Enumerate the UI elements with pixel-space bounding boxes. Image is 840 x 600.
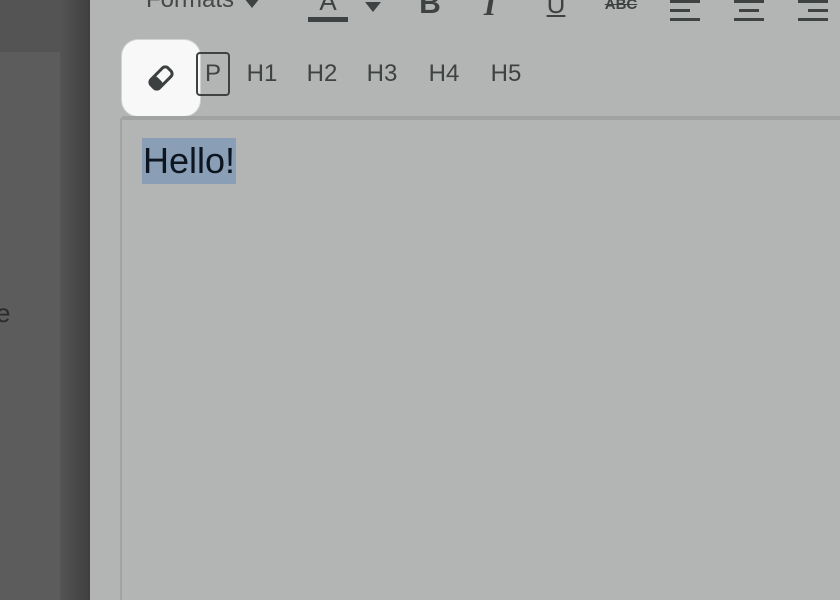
background-app: e [0, 0, 90, 600]
editor-content-area[interactable]: Hello! [122, 120, 840, 600]
italic-button[interactable]: I [478, 0, 502, 22]
underline-button[interactable]: U [544, 0, 568, 22]
font-color-button[interactable]: A [306, 0, 350, 22]
dialog-shadow [60, 0, 90, 600]
font-color-dropdown[interactable] [362, 0, 384, 22]
formats-dropdown[interactable]: Formats [146, 0, 261, 14]
heading-5-button[interactable]: H5 [486, 52, 526, 96]
caret-down-icon [244, 0, 261, 8]
caret-down-icon [365, 2, 381, 12]
heading-2-button[interactable]: H2 [302, 52, 342, 96]
paragraph-button[interactable]: P [196, 52, 230, 96]
heading-3-button[interactable]: H3 [362, 52, 402, 96]
bold-button[interactable]: B [416, 0, 444, 22]
selected-text[interactable]: Hello! [142, 138, 237, 184]
heading-1-button[interactable]: H1 [242, 52, 282, 96]
toolbar-row-block: P H1 H2 H3 H4 H5 [90, 40, 840, 116]
heading-4-button[interactable]: H4 [424, 52, 464, 96]
strikethrough-button[interactable]: ABC [604, 0, 638, 22]
align-right-icon[interactable] [798, 0, 828, 22]
align-center-icon[interactable] [734, 0, 764, 22]
formats-label: Formats [146, 0, 234, 14]
rich-text-editor: Formats A B I U ABC [90, 0, 840, 600]
font-color-swatch [308, 16, 348, 22]
font-color-letter: A [319, 0, 337, 16]
align-left-icon[interactable] [670, 0, 700, 22]
eraser-icon [148, 65, 174, 91]
toolbar-row-format: Formats A B I U ABC [90, 0, 840, 26]
background-text-fragment: e [0, 298, 11, 328]
clear-format-button[interactable] [122, 40, 200, 116]
